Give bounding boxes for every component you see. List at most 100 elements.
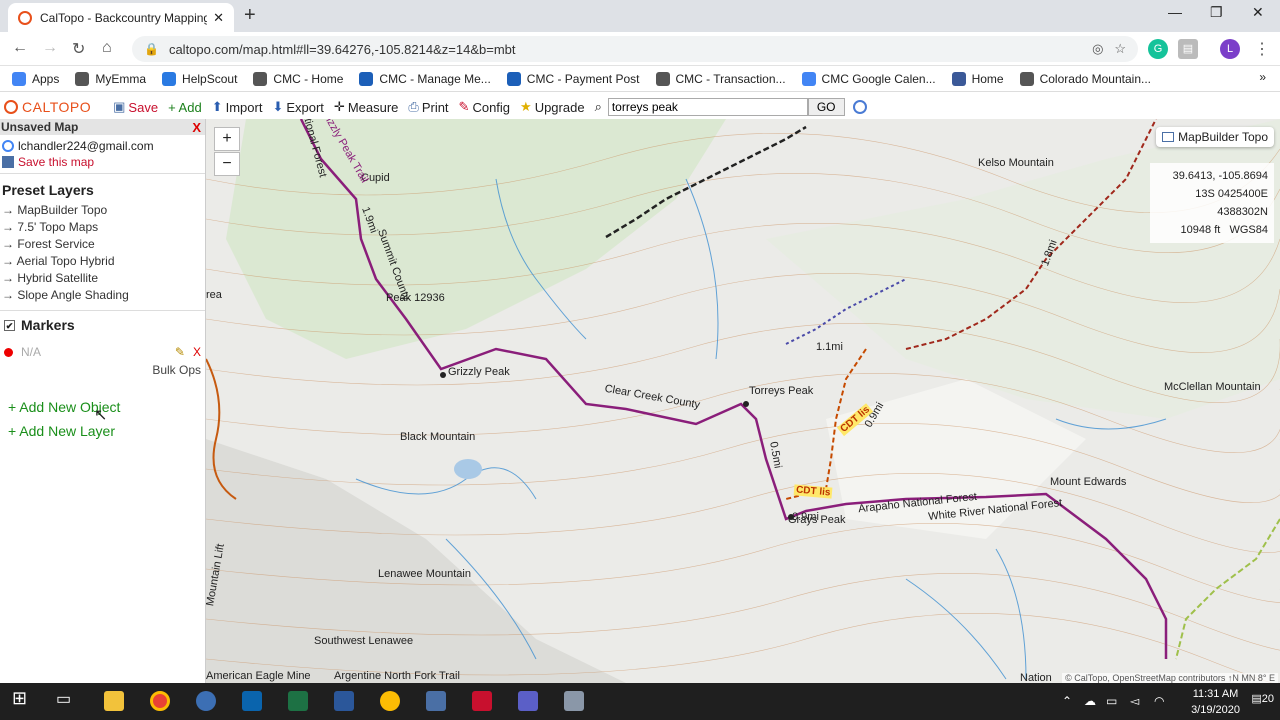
app-icon[interactable] — [564, 691, 584, 711]
floppy-icon: ▣ — [113, 99, 126, 114]
bookmark-item[interactable]: CMC - Payment Post — [506, 71, 640, 86]
bulk-ops-link[interactable]: Bulk Ops — [0, 359, 205, 377]
marker-row[interactable]: N/A ✎ X — [0, 339, 205, 359]
home-icon[interactable]: ⌂ — [102, 39, 112, 57]
preset-layer-item[interactable]: → MapBuilder Topo — [0, 202, 205, 219]
location-icon[interactable]: ◎ ☆ — [1092, 41, 1126, 57]
window-close-icon[interactable]: ✕ — [1252, 4, 1264, 21]
chrome-icon[interactable] — [150, 691, 170, 711]
snipping-tool-icon[interactable] — [196, 691, 216, 711]
bookmark-item[interactable]: HelpScout — [162, 71, 237, 86]
markers-section-header[interactable]: ✔ Markers — [0, 310, 205, 339]
calculator-icon[interactable] — [426, 691, 446, 711]
system-clock[interactable]: 11:31 AM 3/19/2020 — [1191, 686, 1240, 718]
maximize-icon[interactable]: ❐ — [1210, 4, 1223, 21]
bookmark-item[interactable]: Colorado Mountain... — [1019, 71, 1151, 86]
back-icon[interactable]: ← — [12, 39, 28, 57]
go-button[interactable]: GO — [807, 98, 845, 116]
notifications-button[interactable]: ▤20 — [1251, 692, 1274, 705]
upgrade-button[interactable]: ★ Upgrade — [520, 99, 585, 115]
topo-map-graphic — [206, 119, 1280, 683]
minimize-icon[interactable]: — — [1168, 4, 1182, 20]
save-button[interactable]: ▣ Save — [113, 99, 158, 115]
chrome-secondary-icon[interactable] — [380, 691, 400, 711]
bookmark-favicon-icon — [253, 71, 268, 86]
bookmark-item[interactable]: CMC Google Calen... — [801, 71, 936, 86]
import-button[interactable]: ⬆ Import — [212, 99, 263, 115]
bookmark-label: Home — [971, 71, 1004, 86]
panel-header: Unsaved Map X — [0, 119, 205, 135]
base-layer-label: MapBuilder Topo — [1178, 130, 1268, 144]
panel-close-button[interactable]: X — [192, 120, 201, 135]
forward-icon[interactable]: → — [42, 39, 58, 57]
url-input[interactable]: 🔒 caltopo.com/map.html#ll=39.64276,-105.… — [132, 36, 1138, 62]
browser-tab-caltopo[interactable]: CalTopo - Backcountry Mapping ✕ — [8, 3, 234, 32]
star-icon: ★ — [520, 99, 532, 114]
marker-delete-button[interactable]: X — [193, 345, 201, 359]
onedrive-icon[interactable]: ☁ — [1084, 694, 1096, 708]
marker-name[interactable]: N/A — [21, 345, 41, 359]
map-label-grizzly-peak: Grizzly Peak — [448, 366, 510, 378]
print-button[interactable]: ⎙ Print — [408, 99, 448, 115]
markers-checkbox[interactable]: ✔ — [4, 319, 15, 331]
bookmark-item[interactable]: CMC - Home — [253, 71, 343, 86]
bookmark-item[interactable]: MyEmma — [75, 71, 147, 86]
preset-layers-title: Preset Layers — [2, 182, 94, 198]
new-tab-button[interactable]: + — [244, 4, 256, 27]
bookmarks-bar: Apps MyEmma HelpScout CMC - Home CMC - Manag… — [0, 66, 1280, 92]
tab-close-icon[interactable]: ✕ — [213, 10, 224, 26]
profile-avatar[interactable]: L — [1220, 39, 1240, 59]
bookmark-label: CMC - Payment Post — [526, 71, 640, 86]
grammarly-extension-icon[interactable]: G — [1148, 39, 1168, 59]
caltopo-toolbar: CALTOPO ▣ Save + Add ⬆ Import ⬇ Export ✛ Mea… — [0, 95, 1280, 119]
wifi-icon[interactable]: ◠ — [1154, 694, 1164, 708]
map-label-mcclellan: McClellan Mountain — [1164, 381, 1261, 393]
bookmark-item[interactable]: Home — [951, 71, 1004, 86]
word-icon[interactable] — [334, 691, 354, 711]
map-label-black-mountain: Black Mountain — [400, 431, 476, 443]
add-button[interactable]: + Add — [168, 100, 202, 115]
tray-chevron-icon[interactable]: ⌃ — [1062, 694, 1072, 708]
place-search-input[interactable] — [607, 98, 808, 116]
bookmark-label: MyEmma — [95, 71, 147, 86]
map-canvas[interactable]: + − MapBuilder Topo 39.6413, -105.8694 1… — [206, 119, 1280, 683]
task-view-icon[interactable]: ▭ — [56, 689, 76, 709]
measure-button[interactable]: ✛ Measure — [334, 99, 398, 115]
preset-layer-item[interactable]: → Slope Angle Shading — [0, 287, 205, 304]
excel-icon[interactable] — [288, 691, 308, 711]
preset-layer-item[interactable]: → Hybrid Satellite — [0, 270, 205, 287]
windows-start-icon[interactable]: ⊞ — [12, 688, 32, 708]
volume-icon[interactable]: ◅ — [1130, 694, 1139, 708]
file-explorer-icon[interactable] — [104, 691, 124, 711]
bookmark-item[interactable]: CMC - Manage Me... — [359, 71, 491, 86]
clock-date: 3/19/2020 — [1191, 704, 1240, 716]
acrobat-icon[interactable] — [472, 691, 492, 711]
zoom-in-button[interactable]: + — [214, 127, 240, 151]
config-button[interactable]: ✎ Config — [459, 99, 510, 115]
preset-layer-item[interactable]: → Aerial Topo Hybrid — [0, 253, 205, 270]
base-layer-button[interactable]: MapBuilder Topo — [1156, 127, 1274, 147]
preset-layer-item[interactable]: → Forest Service — [0, 236, 205, 253]
cursor-coordinates-box: 39.6413, -105.8694 13S 0425400E 4388302N… — [1150, 163, 1274, 243]
panel-title: Unsaved Map — [1, 120, 79, 134]
caltopo-favicon-icon — [18, 10, 32, 25]
extension-icon[interactable]: ▤ — [1178, 39, 1198, 59]
bookmark-item[interactable]: CMC - Transaction... — [655, 71, 786, 86]
bookmark-label: CMC - Manage Me... — [379, 71, 491, 86]
edit-pencil-icon[interactable]: ✎ — [175, 345, 185, 359]
caltopo-logo[interactable]: CALTOPO — [4, 99, 91, 115]
zoom-out-button[interactable]: − — [214, 152, 240, 176]
reload-icon[interactable]: ↻ — [72, 39, 85, 59]
gps-locate-icon[interactable] — [852, 100, 867, 114]
teams-icon[interactable] — [518, 691, 538, 711]
battery-icon[interactable]: ▭ — [1106, 694, 1117, 708]
save-map-link[interactable]: Save this map — [0, 153, 205, 174]
browser-tabstrip: CalTopo - Backcountry Mapping ✕ + — ❐ ✕ — [0, 0, 1280, 32]
preset-layer-item[interactable]: → 7.5' Topo Maps — [0, 219, 205, 236]
bookmarks-more-button[interactable]: » — [1259, 70, 1266, 84]
export-button[interactable]: ⬇ Export — [272, 99, 323, 115]
browser-menu-icon[interactable]: ⋮ — [1254, 39, 1270, 59]
bookmark-item[interactable]: Apps — [12, 71, 59, 86]
import-arrow-icon: ⬆ — [211, 99, 223, 114]
outlook-icon[interactable] — [242, 691, 262, 711]
